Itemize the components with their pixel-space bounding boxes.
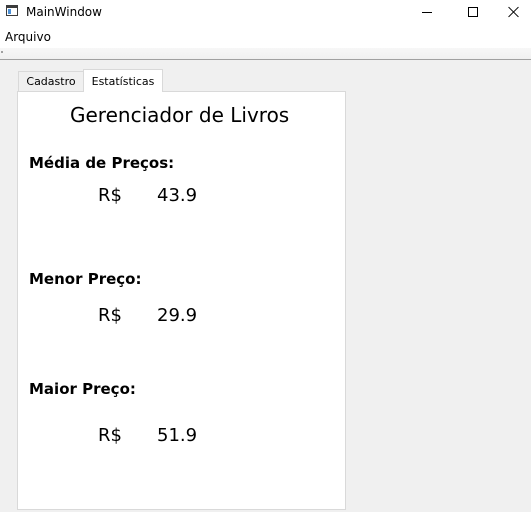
maximize-icon: [468, 7, 478, 17]
menu-bar: Arquivo: [0, 24, 531, 48]
toolbar-area: [0, 48, 531, 59]
average-price-label: Média de Preços:: [29, 154, 175, 172]
max-price-value: 51.9: [157, 425, 198, 446]
average-price-currency: R$: [98, 185, 122, 206]
statistics-panel: Gerenciador de Livros Média de Preços: R…: [17, 91, 346, 510]
tab-cadastro[interactable]: Cadastro: [18, 71, 84, 91]
tab-cadastro-label: Cadastro: [26, 75, 76, 88]
max-price-currency: R$: [98, 425, 122, 446]
close-button[interactable]: [496, 0, 531, 24]
window-app-icon: [6, 5, 18, 16]
menu-separator: [0, 59, 531, 60]
maximize-button[interactable]: [450, 0, 496, 24]
tab-estatisticas[interactable]: Estatísticas: [83, 69, 163, 92]
minimize-icon: [422, 11, 432, 13]
min-price-label: Menor Preço:: [29, 270, 142, 288]
minimize-button[interactable]: [404, 0, 450, 24]
min-price-value: 29.9: [157, 305, 198, 326]
close-icon: [508, 6, 520, 18]
min-price-currency: R$: [98, 305, 122, 326]
title-bar: MainWindow: [0, 0, 531, 24]
max-price-label: Maior Preço:: [29, 380, 136, 398]
menu-item-arquivo[interactable]: Arquivo: [5, 30, 51, 44]
window-title: MainWindow: [26, 5, 102, 19]
average-price-value: 43.9: [157, 185, 198, 206]
tab-estatisticas-label: Estatísticas: [91, 74, 155, 88]
page-title: Gerenciador de Livros: [70, 103, 290, 127]
toolbar-grip[interactable]: [1, 51, 3, 53]
